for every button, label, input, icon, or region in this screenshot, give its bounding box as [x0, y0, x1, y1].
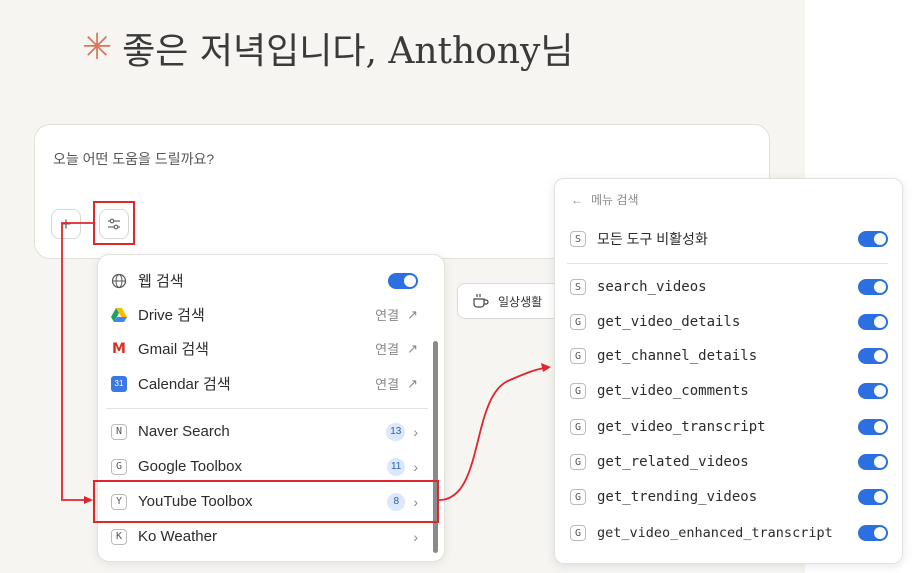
tool-row-get-video-enhanced-transcript[interactable]: G get_video_enhanced_transcript	[555, 517, 902, 549]
dropdown-item-label: Google Toolbox	[138, 458, 242, 475]
tool-letter-icon: G	[570, 525, 586, 541]
tool-letter-icon: S	[570, 279, 586, 295]
dropdown-item-calendar-search[interactable]: 31 Calendar 검색 연결 ↗	[98, 366, 444, 401]
tool-letter-icon: G	[570, 383, 586, 399]
dropdown-item-label: Calendar 검색	[138, 376, 231, 393]
tools-button[interactable]	[99, 209, 129, 239]
youtube-letter-icon: Y	[111, 493, 127, 510]
chevron-right-icon: ›	[413, 458, 418, 475]
connect-label[interactable]: 연결	[375, 374, 399, 393]
suggestion-chip-label: 일상생활	[498, 294, 543, 309]
suggestion-chip-daily[interactable]: 일상생활	[457, 283, 567, 319]
tool-label: get_video_transcript	[597, 419, 766, 435]
tool-toggle[interactable]	[858, 383, 888, 399]
web-search-toggle[interactable]	[388, 272, 418, 289]
dropdown-item-label: Naver Search	[138, 423, 230, 440]
external-link-icon: ↗	[407, 375, 418, 391]
chevron-right-icon: ›	[413, 493, 418, 510]
tool-letter-icon: G	[570, 454, 586, 470]
external-link-icon: ↗	[407, 340, 418, 356]
server-letter-icon: S	[570, 231, 586, 247]
tool-label: get_video_details	[597, 314, 741, 330]
dropdown-item-drive-search[interactable]: Drive 검색 연결 ↗	[98, 297, 444, 332]
tool-letter-icon: G	[570, 314, 586, 330]
tool-count-badge: 8	[387, 492, 406, 511]
tool-label: get_video_enhanced_transcript	[597, 525, 833, 541]
tool-label: get_related_videos	[597, 454, 749, 470]
dropdown-divider	[106, 408, 428, 409]
chevron-right-icon: ›	[413, 423, 418, 440]
tool-letter-icon: G	[570, 489, 586, 505]
plus-icon: +	[60, 213, 72, 234]
tool-label: get_channel_details	[597, 348, 758, 364]
asterisk-logo-icon: ✳	[82, 27, 113, 68]
dropdown-item-label: YouTube Toolbox	[138, 493, 253, 510]
tool-toggle[interactable]	[858, 348, 888, 364]
tool-label: get_video_comments	[597, 383, 749, 399]
globe-icon	[110, 272, 128, 290]
tool-toggle[interactable]	[858, 419, 888, 435]
google-drive-icon	[110, 306, 128, 324]
submenu-divider	[567, 263, 888, 264]
external-link-icon: ↗	[407, 306, 418, 322]
tool-toggle[interactable]	[858, 454, 888, 470]
tool-toggle[interactable]	[858, 279, 888, 295]
tool-row-get-trending-videos[interactable]: G get_trending_videos	[555, 481, 902, 513]
tools-dropdown: 웹 검색 Drive 검색 연결 ↗ M Gmail 검색 연결 ↗ 31 Ca…	[97, 254, 445, 562]
menu-search-input[interactable]: 메뉴 검색	[591, 191, 639, 208]
dropdown-item-youtube-toolbox[interactable]: Y YouTube Toolbox 8 ›	[98, 484, 444, 519]
dropdown-item-ko-weather[interactable]: K Ko Weather ›	[98, 519, 444, 554]
chevron-right-icon: ›	[413, 528, 418, 545]
google-letter-icon: G	[111, 458, 127, 475]
google-calendar-icon: 31	[110, 375, 128, 393]
tool-count-badge: 13	[386, 422, 406, 441]
submenu-search[interactable]: ← 메뉴 검색	[571, 191, 639, 208]
ko-weather-letter-icon: K	[111, 528, 127, 545]
tool-toggle[interactable]	[858, 489, 888, 505]
tool-toggle[interactable]	[858, 525, 888, 541]
tool-row-get-channel-details[interactable]: G get_channel_details	[555, 340, 902, 372]
dropdown-item-label: Drive 검색	[138, 307, 205, 324]
disable-all-toggle[interactable]	[858, 231, 888, 247]
tool-row-get-video-comments[interactable]: G get_video_comments	[555, 375, 902, 407]
dropdown-item-label: Ko Weather	[138, 528, 217, 545]
connect-label[interactable]: 연결	[375, 339, 399, 358]
tool-row-get-related-videos[interactable]: G get_related_videos	[555, 446, 902, 478]
coffee-cup-icon	[473, 294, 489, 308]
tool-toggle[interactable]	[858, 314, 888, 330]
tool-row-search-videos[interactable]: S search_videos	[555, 271, 902, 303]
prompt-input[interactable]: 오늘 어떤 도움을 드릴까요?	[53, 149, 214, 169]
dropdown-item-label: Gmail 검색	[138, 341, 209, 358]
greeting-text: 좋은 저녁입니다, Anthony님	[122, 31, 574, 72]
dropdown-item-naver-search[interactable]: N Naver Search 13 ›	[98, 414, 444, 449]
dropdown-item-label: 웹 검색	[138, 273, 184, 290]
back-arrow-icon[interactable]: ←	[571, 193, 583, 207]
naver-letter-icon: N	[111, 423, 127, 440]
gmail-icon: M	[112, 340, 126, 357]
tool-count-badge: 11	[386, 457, 406, 476]
dropdown-item-gmail-search[interactable]: M Gmail 검색 연결 ↗	[98, 331, 444, 366]
disable-all-tools-row[interactable]: S 모든 도구 비활성화	[555, 223, 902, 255]
tool-letter-icon: G	[570, 419, 586, 435]
tool-row-get-video-transcript[interactable]: G get_video_transcript	[555, 411, 902, 443]
dropdown-item-web-search[interactable]: 웹 검색	[98, 263, 444, 298]
dropdown-scrollbar[interactable]	[433, 341, 438, 553]
sliders-icon	[108, 218, 120, 230]
greeting-heading: ✳ 좋은 저녁입니다, Anthony님	[82, 22, 574, 74]
tool-row-get-video-details[interactable]: G get_video_details	[555, 306, 902, 338]
tool-letter-icon: G	[570, 348, 586, 364]
add-button[interactable]: +	[51, 209, 81, 239]
youtube-toolbox-submenu: ← 메뉴 검색 S 모든 도구 비활성화 S search_videos G g…	[554, 178, 903, 564]
dropdown-item-google-toolbox[interactable]: G Google Toolbox 11 ›	[98, 449, 444, 484]
disable-all-label: 모든 도구 비활성화	[597, 231, 708, 247]
connect-label[interactable]: 연결	[375, 305, 399, 324]
tool-label: search_videos	[597, 279, 707, 295]
tool-label: get_trending_videos	[597, 489, 758, 505]
